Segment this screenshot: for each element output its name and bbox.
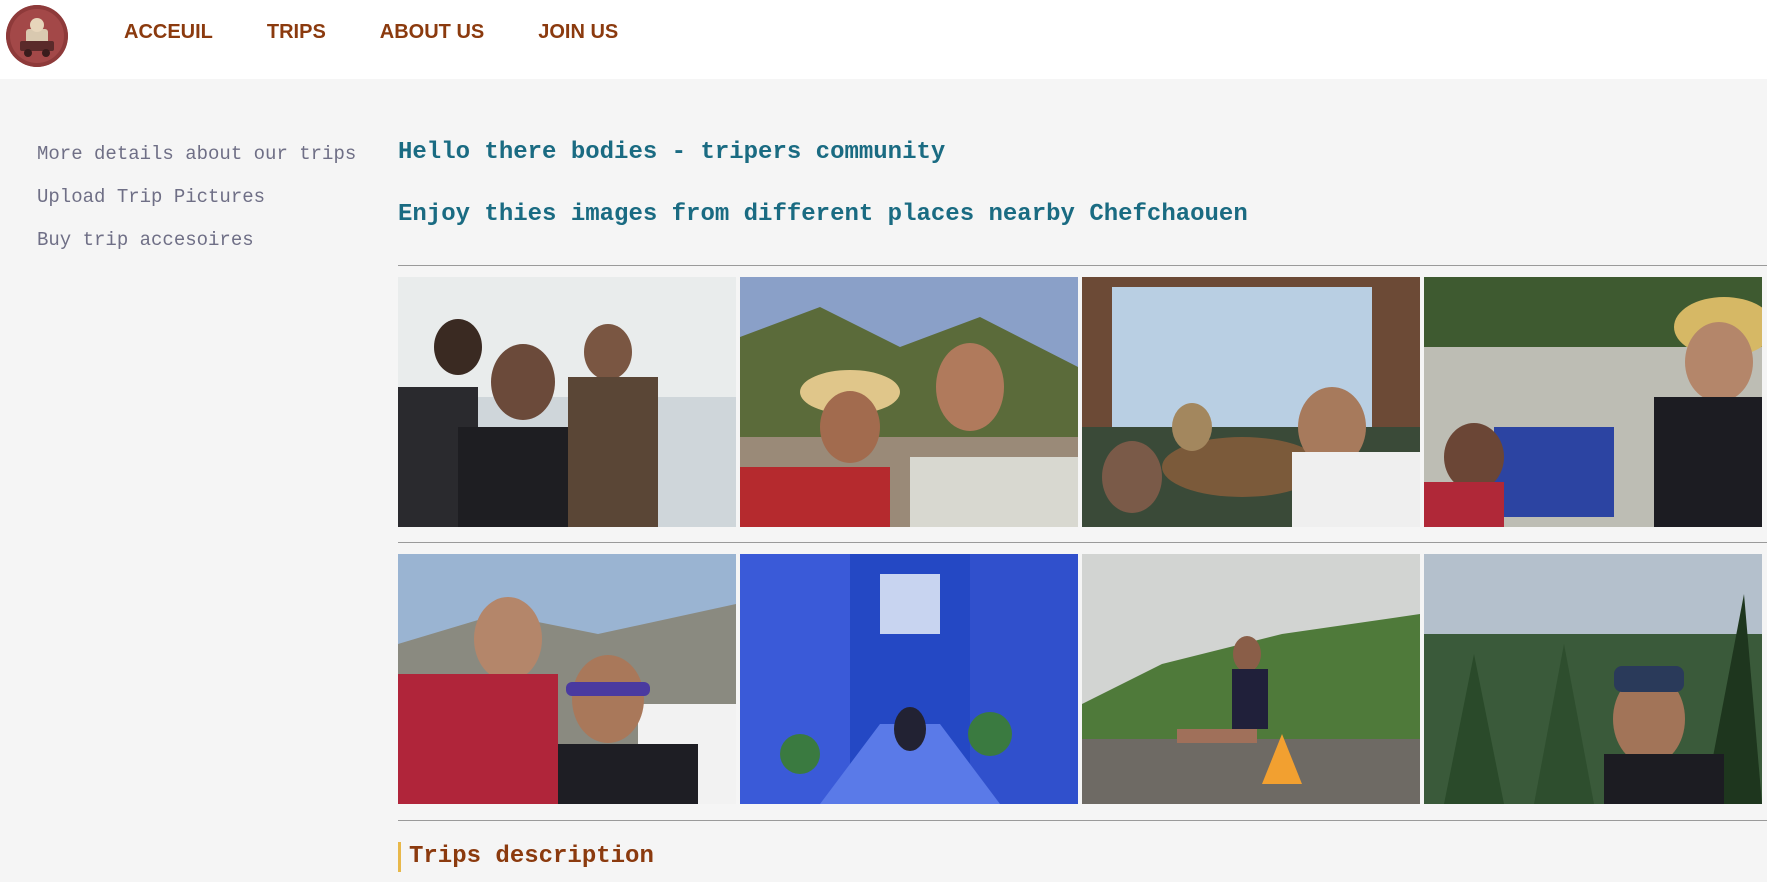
photo-mountain-selfie [740, 277, 1078, 527]
nav-trips[interactable]: TRIPS [267, 20, 326, 44]
nav-about-us[interactable]: ABOUT US [380, 20, 484, 44]
divider [398, 820, 1767, 821]
sidebar-link-upload-pictures[interactable]: Upload Trip Pictures [37, 186, 356, 208]
photo-riverside-picnic [1424, 277, 1762, 527]
trip-photo[interactable] [398, 277, 736, 527]
trip-photo[interactable] [740, 554, 1078, 804]
trips-description-heading: Trips description [398, 842, 654, 872]
trip-photo[interactable] [1424, 277, 1762, 527]
page-subtitle: Enjoy thies images from different places… [398, 201, 1248, 228]
photo-row-1 [398, 277, 1762, 527]
sidebar-link-buy-accessories[interactable]: Buy trip accesoires [37, 229, 356, 251]
trip-photo[interactable] [398, 554, 736, 804]
trip-photo[interactable] [740, 277, 1078, 527]
photo-group-selfie [398, 277, 736, 527]
nav-acceuil[interactable]: ACCEUIL [124, 20, 213, 44]
nav-join-us[interactable]: JOIN US [538, 20, 618, 44]
trip-photo[interactable] [1424, 554, 1762, 804]
photo-forest-selfie [1424, 554, 1762, 804]
photo-campfire-beach [1082, 554, 1420, 804]
photo-indoor-meal [1082, 277, 1420, 527]
top-navigation-bar: ACCEUIL TRIPS ABOUT US JOIN US [0, 0, 1767, 79]
photo-chefchaouen-blue-street [740, 554, 1078, 804]
divider [398, 542, 1767, 543]
photo-row-2 [398, 554, 1762, 804]
sidebar-link-trip-details[interactable]: More details about our trips [37, 143, 356, 165]
logo-image [6, 5, 68, 67]
sidebar: More details about our trips Upload Trip… [37, 143, 356, 272]
trip-photo[interactable] [1082, 554, 1420, 804]
divider [398, 265, 1767, 266]
photo-summit-selfie [398, 554, 736, 804]
main-nav: ACCEUIL TRIPS ABOUT US JOIN US [124, 20, 672, 44]
community-logo[interactable] [6, 5, 68, 67]
section-title: Trips description [409, 843, 654, 870]
trip-photo[interactable] [1082, 277, 1420, 527]
page-title: Hello there bodies - tripers community [398, 139, 946, 166]
